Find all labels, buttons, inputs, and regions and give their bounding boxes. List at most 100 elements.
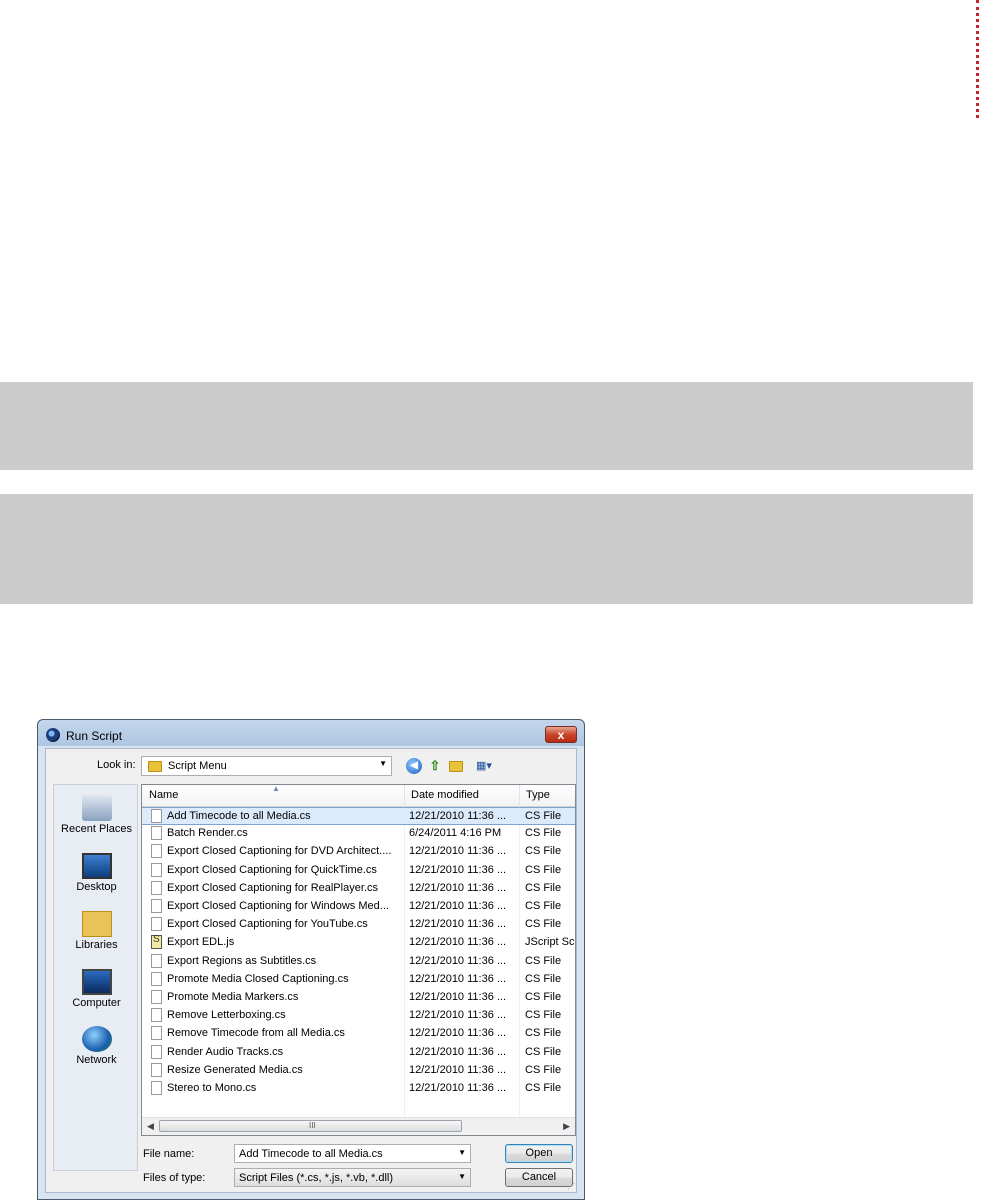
file-row[interactable]: Batch Render.cs 6/24/2011 4:16 PM CS File [142, 825, 575, 843]
file-name-cell: Remove Letterboxing.cs [167, 1009, 286, 1022]
column-header-date[interactable]: Date modified [411, 789, 479, 801]
file-icon [151, 1062, 162, 1077]
file-row[interactable]: Add Timecode to all Media.cs 12/21/2010 1… [142, 807, 575, 825]
file-name-cell: Remove Timecode from all Media.cs [167, 1027, 345, 1040]
dialog-client-area: Look in: Script Menu ▼ ◀ ⇧ ▦▾ Recent Pla… [45, 748, 577, 1193]
jscript-file-icon [151, 934, 162, 950]
file-icon [151, 1044, 162, 1059]
file-row[interactable]: Export EDL.js 12/21/2010 11:36 ... JScript… [142, 934, 575, 952]
file-row[interactable]: Export Closed Captioning for YouTube.cs 1… [142, 916, 575, 934]
place-network[interactable]: Network [54, 1026, 139, 1066]
file-name-cell: Promote Media Markers.cs [167, 991, 299, 1003]
file-type-cell: CS File [525, 972, 562, 985]
file-row[interactable]: Remove Timecode from all Media.cs 12/21/2… [142, 1025, 575, 1043]
file-type-cell: CS File [525, 863, 562, 876]
file-date-cell: 12/21/2010 11:36 ... [409, 972, 507, 985]
file-row[interactable]: Export Closed Captioning for RealPlayer.… [142, 880, 575, 898]
network-icon [81, 1026, 112, 1052]
file-type-cell: CS File [525, 991, 562, 1003]
file-type-label: Files of type: [143, 1172, 206, 1184]
file-name-cell: Resize Generated Media.cs [167, 1063, 303, 1076]
close-button[interactable]: x [545, 726, 577, 743]
libraries-icon [81, 911, 112, 937]
file-icon [151, 844, 162, 859]
file-row[interactable]: Export Closed Captioning for QuickTime.c… [142, 862, 575, 880]
file-date-cell: 12/21/2010 11:36 ... [409, 1082, 507, 1094]
column-header-row: ▲ Name Date modified Type [142, 785, 575, 807]
file-name-cell: Export Closed Captioning for Windows Med… [167, 900, 389, 912]
recent-places-icon [81, 795, 112, 821]
views-menu-icon[interactable]: ▦▾ [472, 758, 496, 774]
file-name-cell: Export Closed Captioning for QuickTime.c… [167, 863, 377, 876]
file-icon [151, 917, 162, 932]
column-divider[interactable] [519, 785, 520, 806]
file-type-cell: CS File [525, 881, 562, 894]
file-type-dropdown[interactable]: Script Files (*.cs, *.js, *.vb, *.dll) ▼ [234, 1168, 471, 1187]
sort-ascending-icon: ▲ [272, 784, 280, 793]
column-header-type[interactable]: Type [526, 789, 550, 801]
column-divider[interactable] [404, 785, 405, 806]
look-in-dropdown[interactable]: Script Menu ▼ [141, 756, 392, 776]
scroll-right-icon[interactable]: ▶ [563, 1121, 570, 1132]
file-type-cell: CS File [525, 1027, 562, 1040]
file-row[interactable]: Export Closed Captioning for Windows Med… [142, 898, 575, 916]
file-row[interactable]: Export Regions as Subtitles.cs 12/21/2010… [142, 953, 575, 971]
file-type-cell: JScript Scr [525, 936, 575, 949]
horizontal-scrollbar[interactable]: ◀ III ▶ [142, 1117, 575, 1135]
file-icon [151, 1008, 162, 1023]
resize-grip-icon[interactable]: ⋰ [567, 1182, 575, 1191]
file-row[interactable]: Render Audio Tracks.cs 12/21/2010 11:36 .… [142, 1044, 575, 1062]
file-date-cell: 12/21/2010 11:36 ... [409, 936, 507, 949]
file-name-label: File name: [143, 1148, 195, 1160]
cancel-button[interactable]: Cancel [505, 1168, 573, 1187]
file-name-cell: Export Closed Captioning for DVD Archite… [167, 845, 392, 858]
file-row[interactable]: Export Closed Captioning for DVD Archite… [142, 843, 575, 861]
place-recent-places[interactable]: Recent Places [54, 795, 139, 835]
chevron-down-icon[interactable]: ▼ [458, 1148, 466, 1157]
file-date-cell: 12/21/2010 11:36 ... [409, 863, 507, 876]
gray-band-bottom [0, 494, 973, 604]
chevron-down-icon: ▼ [379, 759, 387, 768]
title-bar[interactable]: Run Script x [38, 720, 584, 748]
scrollbar-thumb[interactable]: III [159, 1120, 462, 1132]
file-name-field[interactable]: Add Timecode to all Media.cs ▼ [234, 1144, 471, 1163]
places-bar: Recent Places Desktop Libraries Computer… [53, 784, 138, 1171]
file-icon [151, 1026, 162, 1041]
file-icon [151, 953, 162, 968]
back-arrow-icon[interactable]: ◀ [406, 758, 422, 774]
file-date-cell: 12/21/2010 11:36 ... [409, 1009, 507, 1022]
place-label: Desktop [76, 881, 117, 893]
new-folder-icon[interactable] [448, 758, 464, 774]
file-row[interactable]: Resize Generated Media.cs 12/21/2010 11:3… [142, 1062, 575, 1080]
computer-icon [81, 969, 112, 995]
scrollbar-grip: III [309, 1121, 316, 1130]
place-computer[interactable]: Computer [54, 969, 139, 1009]
file-date-cell: 6/24/2011 4:16 PM [409, 827, 502, 840]
file-name-cell: Batch Render.cs [167, 827, 248, 840]
file-icon [151, 826, 162, 841]
column-header-name[interactable]: Name [149, 789, 178, 801]
file-name-cell: Render Audio Tracks.cs [167, 1045, 284, 1058]
place-label: Recent Places [61, 823, 132, 835]
file-icon [151, 862, 162, 877]
file-date-cell: 12/21/2010 11:36 ... [409, 1045, 507, 1058]
scroll-left-icon[interactable]: ◀ [147, 1121, 154, 1132]
file-name-cell: Export EDL.js [167, 936, 235, 949]
file-row[interactable]: Stereo to Mono.cs 12/21/2010 11:36 ... CS … [142, 1080, 575, 1098]
file-date-cell: 12/21/2010 11:36 ... [409, 1027, 507, 1040]
open-button[interactable]: Open [505, 1144, 573, 1163]
up-folder-icon[interactable]: ⇧ [427, 758, 443, 774]
gray-band-top [0, 382, 973, 470]
place-libraries[interactable]: Libraries [54, 911, 139, 951]
file-date-cell: 12/21/2010 11:36 ... [409, 881, 507, 894]
file-row[interactable]: Promote Media Closed Captioning.cs 12/21/… [142, 971, 575, 989]
file-name-cell: Export Closed Captioning for YouTube.cs [167, 918, 368, 931]
file-list[interactable]: ▲ Name Date modified Type Add Timecode t… [141, 784, 576, 1136]
file-type-value: Script Files (*.cs, *.js, *.vb, *.dll) [239, 1172, 394, 1184]
folder-icon [148, 761, 162, 772]
place-desktop[interactable]: Desktop [54, 853, 139, 893]
file-row[interactable]: Promote Media Markers.cs 12/21/2010 11:36… [142, 989, 575, 1007]
place-label: Network [76, 1054, 117, 1066]
file-type-cell: CS File [525, 827, 562, 840]
file-row[interactable]: Remove Letterboxing.cs 12/21/2010 11:36 .… [142, 1007, 575, 1025]
